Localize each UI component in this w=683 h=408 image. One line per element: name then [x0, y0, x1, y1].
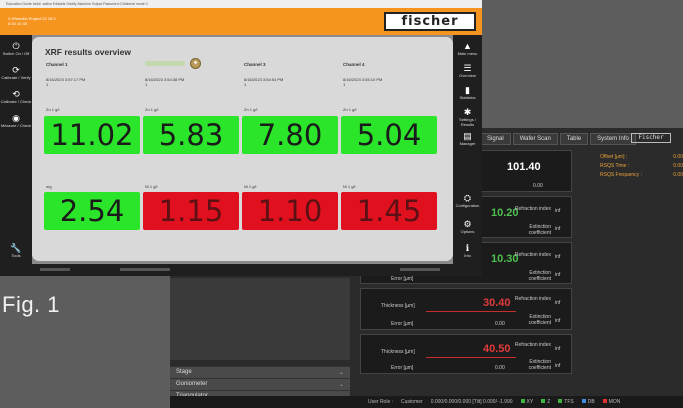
channel-2-timestamp: 8/16/2023 3:54:38 PM 1: [145, 77, 185, 87]
list-icon: ☰: [463, 63, 472, 73]
result-tile-ch1-mg[interactable]: 2.54: [44, 192, 140, 230]
result-tile-ch4-zn[interactable]: 5.04: [341, 116, 437, 154]
element-label: Zn 1 g/l: [46, 107, 60, 112]
chart-icon: ▮: [465, 85, 470, 95]
refraction-label: Refraction index: [514, 206, 551, 212]
figure-label: Fig. 1: [2, 292, 61, 317]
right-sidebar: ▲ Main menu ☰ Overview ▮ Statistics ✱ Settin…: [453, 35, 482, 264]
user-role-label: User Role :: [368, 399, 394, 405]
sidebar-item-overview[interactable]: ☰ Overview: [453, 63, 482, 78]
app-header: C:\Results\ Project 22 18 0 0:33 10 45 f…: [0, 8, 482, 35]
result-tile-ch2-zn[interactable]: 5.83: [143, 116, 239, 154]
result-tile-ch2-ni[interactable]: 1.15: [143, 192, 239, 230]
header-datetime: C:\Results\ Project 22 18 0 0:33 10 45: [8, 16, 56, 26]
channel-1-heading: Channel 1: [46, 62, 68, 67]
info-row: RSQS Frequency :0.00: [600, 172, 683, 178]
result-tile-ch3-ni[interactable]: 1.10: [242, 192, 338, 230]
tab-wafer-scan[interactable]: Wafer Scan: [512, 133, 558, 145]
wrench-icon: 🔧: [10, 243, 22, 253]
coordinate-readout: 0.000/0.000/0.000 [Tilt] 0.000/ -1.990: [430, 399, 513, 405]
power-icon: ⏻: [12, 41, 20, 51]
sidebar-item-calibrate-check[interactable]: ⟲ Calibrate / Check: [0, 89, 32, 104]
element-label: Zn 1 g/l: [145, 107, 159, 112]
tab-signal[interactable]: Signal: [480, 133, 511, 145]
channel-1-timestamp: 8/16/2023 3:57:17 PM 1: [46, 77, 86, 87]
result-tile-ch4-ni[interactable]: 1.45: [341, 192, 437, 230]
channel-3-heading: Channel 3: [244, 62, 266, 67]
measurement-card: Thickness [µm] 40.50 Error [µm] 0.00 Ref…: [360, 334, 572, 374]
save-icon: ▤: [463, 131, 472, 141]
divider-line: [426, 311, 516, 312]
configuration-icon: ⛭: [463, 193, 472, 203]
tab-table[interactable]: Table: [559, 133, 589, 145]
bottom-status-bar: [0, 264, 482, 276]
calibrate-check-icon: ⟲: [12, 89, 20, 99]
element-label: Ni 1 g/l: [145, 184, 158, 189]
result-tile-ch3-zn[interactable]: 7.80: [242, 116, 338, 154]
element-label: Zn 1 g/l: [244, 107, 258, 112]
channel-4-timestamp: 8/16/2023 3:55:10 PM 1: [343, 77, 383, 87]
sidebar-item-statistics[interactable]: ▮ Statistics: [453, 85, 482, 100]
divider-line: [426, 357, 516, 358]
main-menu-icon: ▲: [463, 41, 472, 51]
main-panel: XRF results overview ✦ Channel 1 Channel…: [32, 35, 453, 264]
chevron-down-icon: ⌄: [338, 370, 344, 376]
status-led-xy: XY: [520, 399, 533, 405]
info-row: Offset [µm] :0.00: [600, 154, 683, 160]
channel-4-heading: Channel 4: [343, 62, 365, 67]
sidebar-item-tools[interactable]: 🔧 Tools: [0, 243, 32, 258]
accordion-goniometer[interactable]: Goniometer ⌄: [170, 378, 350, 390]
sidebar-item-info[interactable]: ℹ Info: [453, 243, 482, 258]
card-value: 40.50: [483, 343, 511, 355]
extinction-label: Extinction coefficient: [528, 224, 551, 236]
sidebar-item-options[interactable]: ⚙ Options: [453, 219, 482, 234]
sidebar-item-measure[interactable]: ◉ Measure / Check: [0, 113, 32, 128]
user-role-value: Customer: [401, 399, 423, 405]
xrf-app-window: Education Guide #### -active Editable Od…: [0, 0, 482, 276]
settings-icon: ✱: [463, 107, 472, 117]
sidebar-item-settings[interactable]: ✱ Settings / Results: [453, 107, 482, 127]
calibrate-icon: ⟳: [12, 65, 20, 75]
channel-3-timestamp: 8/16/2023 3:54:54 PM 1: [244, 77, 284, 87]
results-overview-card: XRF results overview ✦ Channel 1 Channel…: [32, 37, 453, 261]
element-label: mg: [46, 184, 52, 189]
sidebar-item-manager[interactable]: ▤ Manager: [453, 131, 482, 146]
background-left-panel: [170, 278, 350, 360]
result-tile-ch1-zn[interactable]: 11.02: [44, 116, 140, 154]
background-tab-bar: Signal Wafer Scan Table System Info: [480, 133, 636, 145]
card-big-value: 101.40: [507, 161, 541, 173]
element-label: Ni 1 g/l: [244, 184, 257, 189]
chevron-down-icon: ⌄: [338, 382, 344, 388]
sidebar-item-configuration[interactable]: ⛭ Configuration: [453, 193, 482, 208]
title-strip: Education Guide #### -active Editable Od…: [0, 0, 482, 8]
card-small-value: 0.00: [533, 183, 543, 189]
fischer-logo: fischer: [384, 12, 476, 31]
gear-icon: ⚙: [463, 219, 472, 229]
info-icon: ℹ: [465, 243, 470, 253]
thickness-label: Thickness [µm]: [381, 303, 415, 309]
sidebar-item-calibrate[interactable]: ⟳ Calibrate / Verify: [0, 65, 32, 80]
page-title: XRF results overview: [45, 47, 131, 57]
element-label: Zn 1 g/l: [343, 107, 357, 112]
sample-coin-icon: ✦: [190, 58, 201, 69]
left-sidebar: ⏻ Switch On / Off ⟳ Calibrate / Verify ⟲ Ca…: [0, 35, 32, 264]
status-led-db: DB: [581, 399, 595, 405]
measurement-card: Thickness [µm] 30.40 Error [µm] 0.00 Ref…: [360, 288, 572, 330]
sidebar-item-main-menu[interactable]: ▲ Main menu: [453, 41, 482, 56]
status-led-mon: MON: [602, 399, 620, 405]
background-logo: Fischer: [631, 133, 671, 143]
card-value: 30.40: [483, 297, 511, 309]
sidebar-item-power[interactable]: ⏻ Switch On / Off: [0, 41, 32, 56]
status-bar: User Role : Customer 0.000/0.000/0.000 […: [170, 396, 683, 408]
status-led-tfs: TFS: [558, 399, 574, 405]
status-led-z: Z: [541, 399, 550, 405]
tab-system-info[interactable]: System Info: [590, 133, 636, 145]
info-row: RSQS Time :0.00: [600, 163, 683, 169]
accordion-stage[interactable]: Stage ⌄: [170, 366, 350, 378]
background-info-panel: Offset [µm] :0.00 RSQS Time :0.00 RSQS F…: [600, 154, 683, 184]
thickness-label: Thickness [µm]: [381, 349, 415, 355]
element-label: Ni 1 g/l: [343, 184, 356, 189]
channel-highlight: [145, 61, 185, 66]
measure-icon: ◉: [12, 113, 20, 123]
